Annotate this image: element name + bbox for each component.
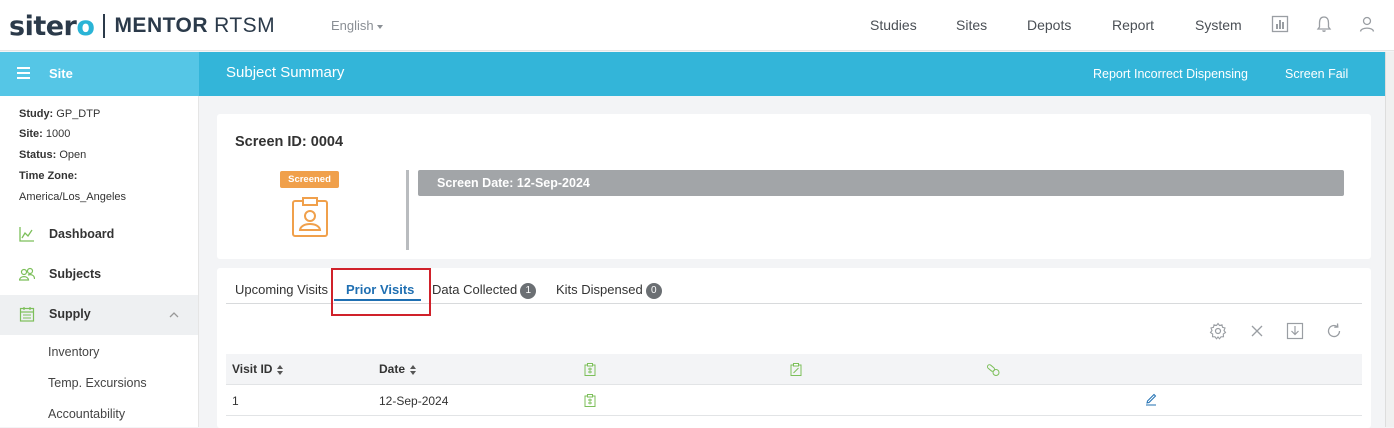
sort-icon: [277, 364, 284, 375]
divider: [406, 170, 409, 250]
chevron-up-icon[interactable]: [169, 311, 179, 318]
site-info: Site: 1000: [19, 128, 71, 140]
column-date[interactable]: Date: [379, 362, 417, 376]
refresh-icon[interactable]: [1325, 322, 1343, 340]
scrollbar[interactable]: [1385, 52, 1394, 427]
clipboard-edit-icon: [790, 363, 802, 376]
sidebar-item-supply[interactable]: Supply: [0, 295, 198, 335]
sidebar-item-subjects[interactable]: Subjects: [0, 255, 198, 295]
timezone-label: Time Zone:: [19, 170, 78, 182]
user-icon[interactable]: [1358, 15, 1376, 33]
sidebar-subitem-inventory[interactable]: Inventory: [48, 345, 99, 359]
status-badge: Screened: [280, 171, 339, 188]
report-incorrect-dispensing-button[interactable]: Report Incorrect Dispensing: [1093, 67, 1248, 81]
screen-id: Screen ID: 0004: [235, 134, 344, 150]
cell-date: 12-Sep-2024: [379, 394, 449, 408]
visits-card: Upcoming Visits Prior Visits Data Collec…: [217, 268, 1371, 428]
clipboard-icon: [584, 363, 596, 376]
top-bar: sitero MENTOR RTSM English Studies Sites…: [0, 0, 1394, 51]
nav-system[interactable]: System: [1195, 17, 1242, 33]
table-header: Visit ID Date: [226, 354, 1362, 385]
column-visit-id[interactable]: Visit ID: [232, 362, 284, 376]
nav-sites[interactable]: Sites: [956, 17, 987, 33]
cell-visit-id: 1: [232, 394, 239, 408]
nav-depots[interactable]: Depots: [1027, 17, 1071, 33]
bar-chart-icon[interactable]: [1271, 15, 1289, 33]
timezone-value: America/Los_Angeles: [19, 191, 127, 203]
close-icon[interactable]: [1248, 322, 1266, 340]
users-icon: [19, 267, 35, 281]
pills-icon: [986, 364, 1000, 376]
tab-data-collected[interactable]: Data Collected 1: [432, 282, 537, 299]
bell-icon[interactable]: [1315, 15, 1333, 33]
subject-card: Screen ID: 0004 Screened Screen Date: 12…: [217, 114, 1371, 259]
page-title: Subject Summary: [226, 64, 345, 81]
tab-kits-dispensed[interactable]: Kits Dispensed 0: [556, 282, 662, 299]
sidebar: Study: GP_DTP Site: 1000 Status: Open Ti…: [0, 96, 199, 427]
status-info: Status: Open: [19, 149, 87, 161]
gear-icon[interactable]: [1209, 322, 1227, 340]
highlight-box: [331, 268, 431, 316]
line-chart-icon: [19, 227, 34, 242]
study-info: Study: GP_DTP: [19, 108, 101, 120]
sidebar-subitem-temp-excursions[interactable]: Temp. Excursions: [48, 376, 147, 390]
table-row[interactable]: 1 12-Sep-2024: [226, 385, 1362, 416]
menu-icon[interactable]: [17, 67, 30, 82]
clipboard-icon[interactable]: [584, 394, 596, 407]
download-icon[interactable]: [1286, 322, 1304, 340]
clipboard-user-icon: [292, 197, 328, 237]
data-collected-count: 1: [520, 282, 537, 299]
calendar-icon: [19, 307, 35, 322]
screen-fail-button[interactable]: Screen Fail: [1285, 67, 1348, 81]
sidebar-item-dashboard[interactable]: Dashboard: [0, 215, 198, 255]
nav-studies[interactable]: Studies: [870, 17, 917, 33]
edit-icon[interactable]: [1145, 393, 1157, 406]
tab-upcoming-visits[interactable]: Upcoming Visits: [235, 282, 328, 297]
sidebar-subitem-accountability[interactable]: Accountability: [48, 407, 125, 421]
screen-date-bar: Screen Date: 12-Sep-2024: [418, 170, 1344, 196]
sort-icon: [410, 364, 417, 375]
nav-report[interactable]: Report: [1112, 17, 1154, 33]
sidebar-header: Site: [0, 52, 199, 96]
kits-dispensed-count: 0: [645, 282, 662, 299]
language-select[interactable]: English: [331, 18, 383, 33]
logo: sitero MENTOR RTSM: [9, 10, 276, 42]
sidebar-title: Site: [49, 66, 73, 81]
page-header: Subject Summary Report Incorrect Dispens…: [199, 52, 1385, 96]
